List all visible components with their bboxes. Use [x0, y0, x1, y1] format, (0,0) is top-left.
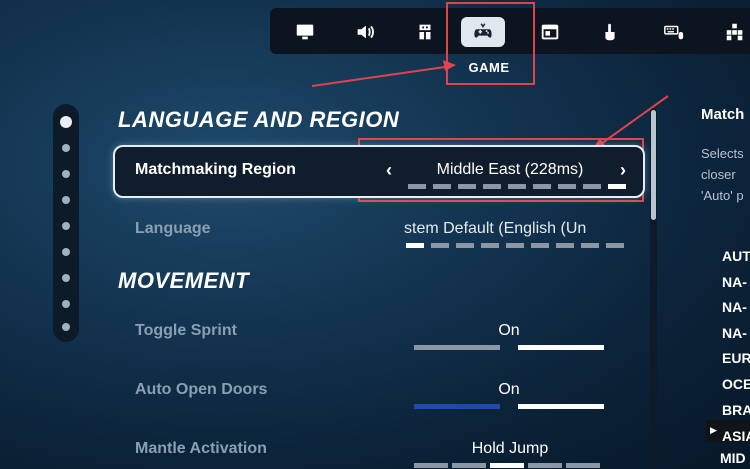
- option-segment[interactable]: [556, 243, 574, 248]
- region-list-item[interactable]: AUT: [722, 248, 750, 264]
- mantle-activation-label: Mantle Activation: [135, 440, 267, 457]
- option-segment[interactable]: [581, 243, 599, 248]
- region-list-item[interactable]: NA-: [722, 325, 747, 341]
- option-segment[interactable]: [533, 184, 551, 189]
- option-segment[interactable]: [558, 184, 576, 189]
- toggle-sprint-label: Toggle Sprint: [135, 322, 237, 339]
- option-segment[interactable]: [490, 463, 524, 468]
- option-segment[interactable]: [483, 184, 501, 189]
- option-segment[interactable]: [456, 243, 474, 248]
- region-list-item-selected[interactable]: MID: [720, 450, 746, 466]
- region-list-item[interactable]: EUR: [722, 350, 750, 366]
- auto-open-doors-on-bar[interactable]: [518, 404, 604, 409]
- section-title-movement: MOVEMENT: [118, 268, 250, 293]
- matchmaking-region-value: Middle East (228ms): [436, 161, 584, 178]
- region-list-item[interactable]: ASIA: [722, 428, 750, 444]
- region-list-item[interactable]: NA-: [722, 299, 747, 315]
- toggle-sprint-off-bar[interactable]: [414, 345, 500, 350]
- option-segment[interactable]: [606, 243, 624, 248]
- option-segment[interactable]: [506, 243, 524, 248]
- language-value[interactable]: stem Default (English (Un: [404, 220, 616, 238]
- description-title: Match: [701, 106, 745, 123]
- section-nav-dot-active[interactable]: [60, 116, 72, 128]
- auto-open-doors-label: Auto Open Doors: [135, 381, 268, 398]
- option-segment[interactable]: [431, 243, 449, 248]
- section-nav-dot[interactable]: [62, 144, 70, 152]
- section-nav: [53, 104, 79, 342]
- option-segment[interactable]: [406, 243, 424, 248]
- section-nav-dot[interactable]: [62, 170, 70, 178]
- region-list-item[interactable]: NA-: [722, 274, 747, 290]
- section-nav-dot[interactable]: [62, 323, 70, 331]
- option-segment[interactable]: [452, 463, 486, 468]
- option-segment[interactable]: [608, 184, 626, 189]
- toggle-sprint-on-bar[interactable]: [518, 345, 604, 350]
- section-title-language-region: LANGUAGE AND REGION: [118, 107, 400, 132]
- language-label: Language: [135, 220, 211, 237]
- option-segment[interactable]: [528, 463, 562, 468]
- matchmaking-region-label: Matchmaking Region: [135, 161, 296, 178]
- section-nav-dot[interactable]: [62, 222, 70, 230]
- option-segment[interactable]: [531, 243, 549, 248]
- option-segment[interactable]: [508, 184, 526, 189]
- option-segment[interactable]: [481, 243, 499, 248]
- option-segment[interactable]: [408, 184, 426, 189]
- option-segment[interactable]: [583, 184, 601, 189]
- mantle-activation-value[interactable]: Hold Jump: [450, 440, 570, 458]
- auto-open-doors-value[interactable]: On: [479, 381, 539, 399]
- section-nav-dot[interactable]: [62, 274, 70, 282]
- section-nav-dot[interactable]: [62, 248, 70, 256]
- annotation-arrows: [311, 60, 669, 150]
- description-line: 'Auto' p: [701, 188, 744, 203]
- option-segment[interactable]: [433, 184, 451, 189]
- option-segment[interactable]: [458, 184, 476, 189]
- option-segment[interactable]: [566, 463, 600, 468]
- auto-open-doors-off-bar[interactable]: [414, 404, 500, 409]
- region-list-item[interactable]: BRA: [722, 402, 750, 418]
- chevron-right-icon[interactable]: ›: [620, 160, 626, 181]
- option-segment[interactable]: [414, 463, 448, 468]
- toggle-sprint-value[interactable]: On: [479, 322, 539, 340]
- region-list-item[interactable]: OCE: [722, 376, 750, 392]
- section-nav-dot[interactable]: [62, 300, 70, 308]
- scrollbar-thumb[interactable]: [651, 110, 656, 220]
- section-nav-dot[interactable]: [62, 196, 70, 204]
- play-icon: ▶: [710, 425, 717, 435]
- description-line: Selects: [701, 146, 744, 161]
- chevron-left-icon[interactable]: ‹: [386, 160, 392, 181]
- description-line: closer: [701, 167, 736, 182]
